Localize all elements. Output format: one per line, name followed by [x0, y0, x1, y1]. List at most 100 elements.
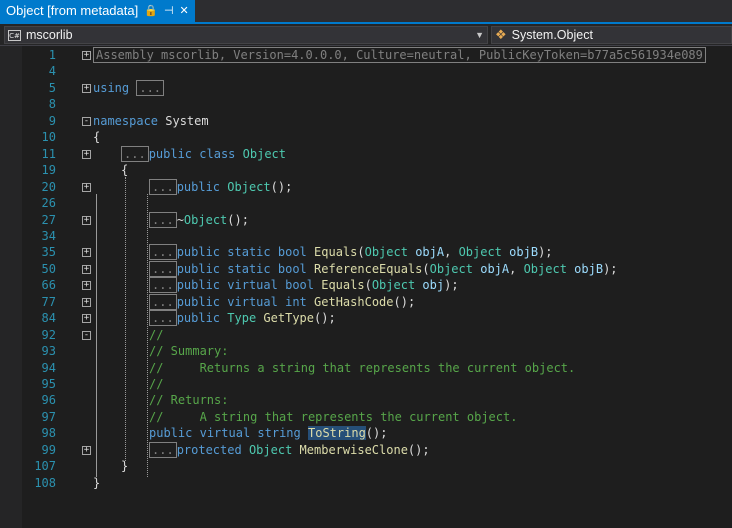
code-line[interactable]: 34 [0, 228, 732, 245]
code-token: Equals [314, 245, 358, 260]
code-line[interactable]: 27 +... ~Object(); [0, 211, 732, 229]
collapsed-region[interactable]: ... [149, 244, 177, 261]
code-line[interactable]: 99 +... protected Object MemberwiseClone()… [0, 441, 732, 459]
code-text: { [93, 129, 100, 146]
line-number: 9 [48, 113, 56, 128]
code-line[interactable]: 20 +... public Object(); [0, 178, 732, 196]
code-line[interactable]: 4 [0, 63, 732, 80]
collapsed-region[interactable]: ... [149, 293, 177, 310]
code-line[interactable]: 94 // Returns a string that represents th… [0, 360, 732, 377]
code-token: objA [480, 261, 510, 276]
code-token: ( [422, 261, 430, 276]
code-line[interactable]: 97 // A string that represents the curren… [0, 409, 732, 426]
code-line[interactable]: 50 + ... public static bool ReferenceEquals… [0, 260, 732, 278]
collapsed-region[interactable]: ... [149, 178, 177, 195]
type-dropdown[interactable]: ❖ System.Object [491, 26, 732, 44]
code-token: public [176, 294, 221, 309]
code-token: public [176, 278, 221, 293]
code-line[interactable]: 19 { [0, 162, 732, 179]
code-token: int [285, 294, 307, 309]
code-token: Object [458, 245, 502, 260]
line-number: 99 [41, 442, 56, 457]
highlighted-symbol: ToString [308, 426, 366, 441]
code-editor[interactable]: 1 + Assembly mscorlib, Version=4.0.0.0, Cu… [0, 46, 732, 528]
code-text: Assembly mscorlib, Version=4.0.0.0, Cult… [93, 47, 706, 64]
code-line[interactable]: 98 public virtual string ToString(); [0, 425, 732, 442]
code-token: string [257, 426, 301, 441]
code-token: (); [407, 442, 430, 457]
code-token: bool [285, 278, 314, 293]
code-line[interactable]: 96 // Returns: [0, 392, 732, 409]
class-member-guide [147, 194, 148, 477]
line-number: 50 [41, 261, 56, 276]
close-icon[interactable]: ✕ [180, 0, 189, 22]
code-line[interactable]: 8 [0, 96, 732, 113]
collapsed-region[interactable]: ... [136, 79, 165, 96]
code-token: Equals [321, 278, 365, 293]
code-line[interactable]: 93 // Summary: [0, 343, 732, 360]
code-line[interactable]: 26 [0, 195, 732, 212]
code-line[interactable]: 10 { [0, 129, 732, 146]
code-line[interactable]: 35 +... public static bool Equals(Object o… [0, 244, 732, 261]
code-line[interactable]: 66 + ... public virtual bool Equals(Object … [0, 277, 732, 294]
code-token: // [149, 377, 164, 391]
code-token: , [444, 245, 459, 260]
code-line[interactable]: 107} [0, 458, 732, 475]
expand-outline-icon[interactable]: + [82, 264, 91, 274]
expand-outline-icon[interactable]: + [82, 248, 91, 258]
expand-outline-icon[interactable]: + [82, 83, 91, 93]
code-line[interactable]: 5 + using ... [0, 79, 732, 97]
code-line[interactable]: 95 // [0, 376, 732, 393]
expand-outline-icon[interactable]: + [82, 297, 91, 307]
collapse-outline-icon[interactable]: - [82, 116, 91, 126]
code-line[interactable]: 11 +... public class Object [0, 145, 732, 163]
code-line[interactable]: 108} [0, 475, 732, 492]
code-text: ... public virtual bool Equals(Object obj… [149, 277, 459, 294]
code-token: ~ [176, 212, 184, 227]
collapsed-region[interactable]: ... [149, 211, 177, 228]
expand-outline-icon[interactable]: + [82, 182, 91, 192]
document-tab[interactable]: Object [from metadata] 🔒 ⊣ ✕ [0, 0, 195, 22]
expand-outline-icon[interactable]: + [82, 51, 91, 60]
collapsed-region[interactable]: ... [149, 260, 177, 277]
collapsed-region[interactable]: Assembly mscorlib, Version=4.0.0.0, Cult… [93, 47, 706, 63]
code-token: { [93, 130, 101, 145]
collapsed-region[interactable]: ... [149, 310, 177, 327]
collapsed-region[interactable]: ... [121, 145, 149, 162]
code-line[interactable]: 84 +... public Type GetType(); [0, 310, 732, 327]
collapsed-region[interactable]: ... [149, 277, 177, 294]
code-line[interactable]: 1 + Assembly mscorlib, Version=4.0.0.0, Cu… [0, 47, 732, 64]
expand-outline-icon[interactable]: + [82, 281, 91, 291]
code-token: bool [277, 261, 307, 276]
line-number: 34 [41, 228, 56, 243]
line-number: 10 [41, 130, 56, 145]
expand-outline-icon[interactable]: + [82, 215, 91, 225]
code-text: // [149, 327, 163, 344]
collapsed-region[interactable]: ... [149, 441, 177, 458]
code-token: // [149, 327, 164, 342]
assembly-dropdown[interactable]: C# mscorlib ▼ [4, 26, 488, 44]
expand-outline-icon[interactable]: + [82, 445, 91, 455]
code-line[interactable]: 92 - // [0, 327, 732, 344]
code-text: using ... [93, 79, 165, 97]
expand-outline-icon[interactable]: + [82, 314, 91, 324]
collapse-outline-icon[interactable]: - [82, 330, 91, 340]
code-text: // Returns a string that represents the … [149, 360, 575, 377]
lock-icon: 🔒 [144, 5, 158, 17]
code-token: public [176, 245, 221, 260]
code-token: ( [357, 245, 365, 260]
expand-outline-icon[interactable]: + [82, 149, 91, 159]
code-token: class [199, 146, 236, 161]
navigation-bar: C# mscorlib ▼ ❖ System.Object [0, 24, 732, 46]
code-token: protected [176, 442, 242, 457]
code-line[interactable]: 9 - namespace System [0, 113, 732, 130]
chevron-down-icon: ▼ [475, 30, 484, 40]
line-number: 35 [41, 245, 56, 260]
code-text: // [149, 376, 163, 393]
pin-icon[interactable]: ⊣ [164, 0, 174, 22]
code-token: ); [538, 245, 553, 260]
code-text: ... public static bool ReferenceEquals(Ob… [149, 260, 618, 278]
code-line[interactable]: 77 +... public virtual int GetHashCode(); [0, 293, 732, 311]
